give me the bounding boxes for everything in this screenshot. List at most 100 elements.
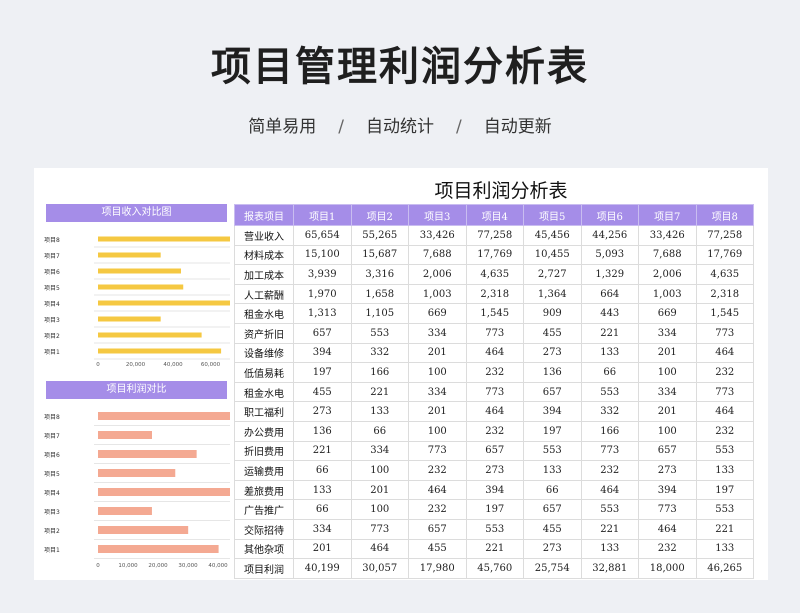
table-cell: 553 (465, 518, 524, 540)
table-cell: 332 (350, 342, 409, 364)
table-cell: 232 (465, 362, 524, 383)
table-cell: 773 (408, 440, 467, 462)
category-label: 项目8 (44, 414, 60, 421)
table-cell: 232 (580, 460, 639, 481)
table-cell: 65,654 (293, 225, 352, 246)
table-cell: 33,426 (408, 225, 467, 246)
table-row: 交际招待 334 773 657 553 455 221 464 221 (234, 518, 754, 540)
table-cell: 232 (465, 420, 524, 442)
table-cell: 100 (350, 499, 409, 520)
table-cell: 133 (523, 460, 582, 481)
table-cell: 221 (350, 381, 409, 403)
table-row: 租金水电 1,313 1,105 669 1,545 909 443 669 1,545 (234, 303, 754, 324)
header-project: 项目5 (523, 204, 582, 226)
table-cell: 197 (465, 499, 524, 520)
table-cell: 30,057 (350, 558, 409, 579)
header-report-item: 报表项目 (234, 204, 294, 226)
table-cell: 66 (580, 362, 639, 383)
table-cell: 133 (695, 538, 754, 560)
table-cell: 464 (580, 479, 639, 501)
table-cell: 1,545 (465, 303, 524, 324)
header-project: 项目6 (580, 204, 639, 226)
table-cell: 201 (408, 401, 467, 422)
table-cell: 2,006 (638, 264, 697, 285)
table-cell: 464 (465, 401, 524, 422)
table-cell: 17,769 (465, 244, 524, 266)
row-label: 人工薪酬 (234, 283, 294, 305)
header-project: 项目4 (465, 204, 524, 226)
profit-table: 报表项目 项目1 项目2 项目3 项目4 项目5 项目6 项目7 项目8 营业收入 65,654 5… (234, 204, 754, 579)
table-cell: 18,000 (638, 558, 697, 579)
table-cell: 1,970 (293, 283, 352, 305)
table-cell: 66 (523, 479, 582, 501)
table-cell: 232 (695, 362, 754, 383)
table-cell: 45,760 (465, 558, 524, 579)
tick-label: 40,000 (163, 362, 183, 368)
table-cell: 133 (293, 479, 352, 501)
table-cell: 133 (695, 460, 754, 481)
table-cell: 201 (350, 479, 409, 501)
bar (98, 332, 202, 338)
table-row: 差旅费用 133 201 464 394 66 464 394 197 (234, 479, 754, 501)
table-row: 设备维修 394 332 201 464 273 133 201 464 (234, 342, 754, 364)
table-row: 运输费用 66 100 232 273 133 232 273 133 (234, 460, 754, 481)
table-cell: 553 (580, 381, 639, 403)
table-cell: 657 (293, 322, 352, 344)
profit-chart-title: 项目利润对比 (46, 381, 227, 399)
row-label: 其他杂项 (234, 538, 294, 560)
table-cell: 232 (638, 538, 697, 560)
table-cell: 33,426 (638, 225, 697, 246)
table-cell: 7,688 (408, 244, 467, 266)
table-cell: 1,364 (523, 283, 582, 305)
table-cell: 332 (580, 401, 639, 422)
table-cell: 464 (350, 538, 409, 560)
category-label: 项目3 (44, 509, 60, 516)
table-cell: 201 (638, 342, 697, 364)
table-cell: 2,318 (695, 283, 754, 305)
table-cell: 221 (580, 518, 639, 540)
table-cell: 77,258 (465, 225, 524, 246)
row-label: 材料成本 (234, 244, 294, 266)
table-cell: 166 (350, 362, 409, 383)
table-cell: 3,316 (350, 264, 409, 285)
table-cell: 10,455 (523, 244, 582, 266)
table-cell: 166 (580, 420, 639, 442)
table-cell: 2,006 (408, 264, 467, 285)
table-cell: 455 (523, 322, 582, 344)
bar (98, 284, 184, 290)
category-label: 项目7 (44, 433, 60, 440)
table-cell: 334 (408, 381, 467, 403)
table-cell: 17,980 (408, 558, 467, 579)
table-cell: 3,939 (293, 264, 352, 285)
table-cell: 221 (293, 440, 352, 462)
table-cell: 201 (638, 401, 697, 422)
table-cell: 909 (523, 303, 582, 324)
table-cell: 133 (580, 538, 639, 560)
header-project: 项目3 (408, 204, 467, 226)
row-label: 租金水电 (234, 381, 294, 403)
table-row: 低值易耗 197 166 100 232 136 66 100 232 (234, 362, 754, 383)
table-cell: 45,456 (523, 225, 582, 246)
row-label: 差旅费用 (234, 479, 294, 501)
table-cell: 197 (293, 362, 352, 383)
row-label: 资产折旧 (234, 322, 294, 344)
table-cell: 334 (293, 518, 352, 540)
table-cell: 136 (523, 362, 582, 383)
table-cell: 2,727 (523, 264, 582, 285)
tick-label: 60,000 (201, 362, 221, 368)
table-cell: 773 (465, 381, 524, 403)
table-cell: 1,003 (638, 283, 697, 305)
category-label: 项目2 (44, 528, 60, 535)
table-cell: 455 (293, 381, 352, 403)
table-cell: 773 (638, 499, 697, 520)
table-cell: 197 (695, 479, 754, 501)
table-row: 折旧费用 221 334 773 657 553 773 657 553 (234, 440, 754, 462)
table-cell: 273 (465, 460, 524, 481)
table-row: 广告推广 66 100 232 197 657 553 773 553 (234, 499, 754, 520)
income-bar-chart: 项目8 项目7 项目6 项目5 项目4 项目3 项目2 项目1 0 20,000 40,000 60,… (44, 236, 230, 368)
table-row: 办公费用 136 66 100 232 197 166 100 232 (234, 420, 754, 442)
table-row: 营业收入 65,654 55,265 33,426 77,258 45,456 44,256… (234, 225, 754, 246)
row-label: 运输费用 (234, 460, 294, 481)
tagline-item: 自动统计 (366, 117, 434, 137)
bar (98, 488, 230, 496)
